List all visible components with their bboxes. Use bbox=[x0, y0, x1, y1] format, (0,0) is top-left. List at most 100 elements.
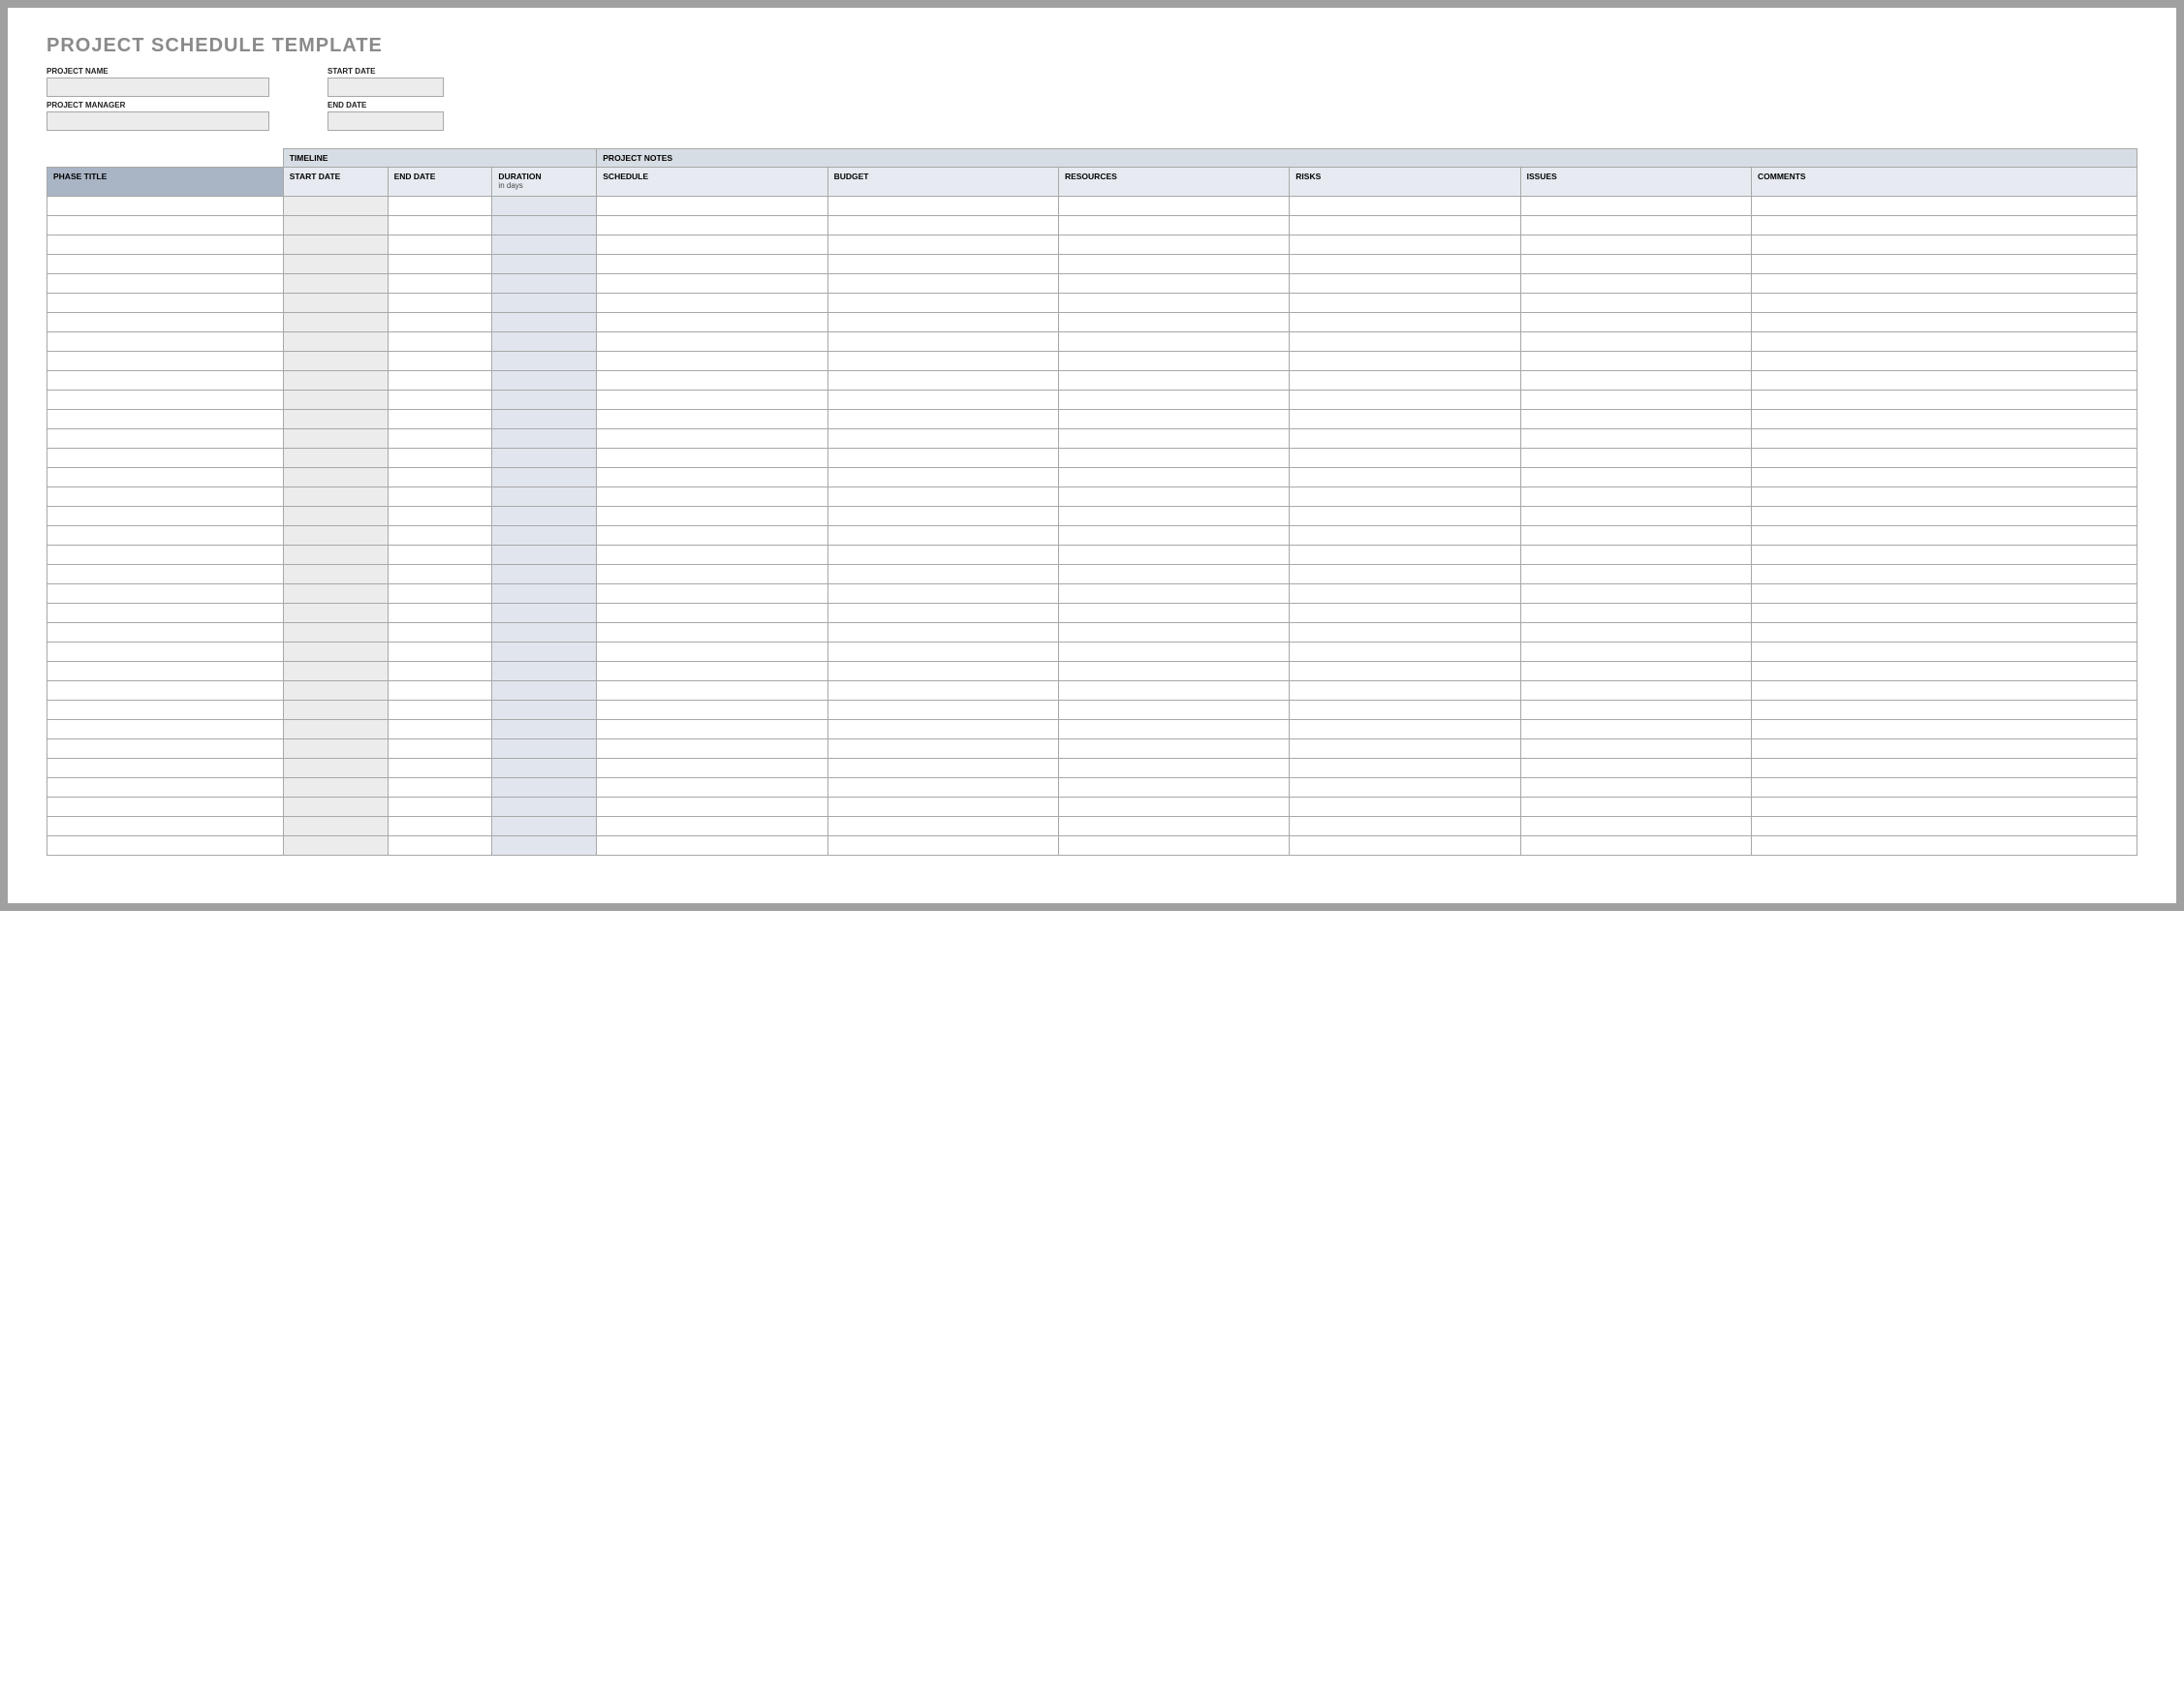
c-schedule-cell[interactable] bbox=[597, 546, 827, 565]
project-manager-input[interactable] bbox=[47, 111, 269, 131]
c-schedule-cell[interactable] bbox=[597, 604, 827, 623]
c-resources-cell[interactable] bbox=[1058, 391, 1289, 410]
c-budget-cell[interactable] bbox=[827, 604, 1058, 623]
c-phase-cell[interactable] bbox=[47, 507, 284, 526]
c-issues-cell[interactable] bbox=[1520, 410, 1751, 429]
c-end-cell[interactable] bbox=[388, 643, 492, 662]
c-comments-cell[interactable] bbox=[1751, 487, 2137, 507]
c-budget-cell[interactable] bbox=[827, 487, 1058, 507]
c-comments-cell[interactable] bbox=[1751, 313, 2137, 332]
c-duration-cell[interactable] bbox=[492, 371, 597, 391]
c-phase-cell[interactable] bbox=[47, 720, 284, 739]
c-schedule-cell[interactable] bbox=[597, 798, 827, 817]
c-issues-cell[interactable] bbox=[1520, 662, 1751, 681]
c-comments-cell[interactable] bbox=[1751, 701, 2137, 720]
c-budget-cell[interactable] bbox=[827, 410, 1058, 429]
c-end-cell[interactable] bbox=[388, 313, 492, 332]
c-start-cell[interactable] bbox=[283, 216, 388, 235]
c-end-cell[interactable] bbox=[388, 681, 492, 701]
c-comments-cell[interactable] bbox=[1751, 449, 2137, 468]
c-issues-cell[interactable] bbox=[1520, 720, 1751, 739]
c-risks-cell[interactable] bbox=[1290, 817, 1520, 836]
c-schedule-cell[interactable] bbox=[597, 487, 827, 507]
c-schedule-cell[interactable] bbox=[597, 526, 827, 546]
c-end-cell[interactable] bbox=[388, 255, 492, 274]
project-name-input[interactable] bbox=[47, 78, 269, 97]
c-resources-cell[interactable] bbox=[1058, 216, 1289, 235]
c-phase-cell[interactable] bbox=[47, 836, 284, 856]
c-duration-cell[interactable] bbox=[492, 798, 597, 817]
c-end-cell[interactable] bbox=[388, 371, 492, 391]
c-end-cell[interactable] bbox=[388, 294, 492, 313]
c-schedule-cell[interactable] bbox=[597, 662, 827, 681]
c-end-cell[interactable] bbox=[388, 584, 492, 604]
c-resources-cell[interactable] bbox=[1058, 720, 1289, 739]
c-schedule-cell[interactable] bbox=[597, 313, 827, 332]
c-schedule-cell[interactable] bbox=[597, 255, 827, 274]
c-risks-cell[interactable] bbox=[1290, 352, 1520, 371]
c-duration-cell[interactable] bbox=[492, 681, 597, 701]
c-risks-cell[interactable] bbox=[1290, 662, 1520, 681]
c-issues-cell[interactable] bbox=[1520, 623, 1751, 643]
c-duration-cell[interactable] bbox=[492, 313, 597, 332]
c-comments-cell[interactable] bbox=[1751, 584, 2137, 604]
c-start-cell[interactable] bbox=[283, 449, 388, 468]
c-duration-cell[interactable] bbox=[492, 739, 597, 759]
c-issues-cell[interactable] bbox=[1520, 507, 1751, 526]
c-budget-cell[interactable] bbox=[827, 584, 1058, 604]
c-comments-cell[interactable] bbox=[1751, 197, 2137, 216]
c-comments-cell[interactable] bbox=[1751, 216, 2137, 235]
c-schedule-cell[interactable] bbox=[597, 817, 827, 836]
c-schedule-cell[interactable] bbox=[597, 681, 827, 701]
c-end-cell[interactable] bbox=[388, 332, 492, 352]
c-issues-cell[interactable] bbox=[1520, 371, 1751, 391]
c-start-cell[interactable] bbox=[283, 429, 388, 449]
c-end-cell[interactable] bbox=[388, 759, 492, 778]
c-risks-cell[interactable] bbox=[1290, 798, 1520, 817]
c-resources-cell[interactable] bbox=[1058, 371, 1289, 391]
c-issues-cell[interactable] bbox=[1520, 798, 1751, 817]
c-comments-cell[interactable] bbox=[1751, 352, 2137, 371]
c-issues-cell[interactable] bbox=[1520, 604, 1751, 623]
c-risks-cell[interactable] bbox=[1290, 332, 1520, 352]
c-comments-cell[interactable] bbox=[1751, 681, 2137, 701]
c-issues-cell[interactable] bbox=[1520, 778, 1751, 798]
c-budget-cell[interactable] bbox=[827, 216, 1058, 235]
c-schedule-cell[interactable] bbox=[597, 623, 827, 643]
c-duration-cell[interactable] bbox=[492, 197, 597, 216]
c-end-cell[interactable] bbox=[388, 274, 492, 294]
c-phase-cell[interactable] bbox=[47, 468, 284, 487]
c-comments-cell[interactable] bbox=[1751, 526, 2137, 546]
c-phase-cell[interactable] bbox=[47, 332, 284, 352]
c-end-cell[interactable] bbox=[388, 526, 492, 546]
c-risks-cell[interactable] bbox=[1290, 778, 1520, 798]
c-duration-cell[interactable] bbox=[492, 507, 597, 526]
c-phase-cell[interactable] bbox=[47, 255, 284, 274]
c-schedule-cell[interactable] bbox=[597, 449, 827, 468]
c-end-cell[interactable] bbox=[388, 662, 492, 681]
c-risks-cell[interactable] bbox=[1290, 391, 1520, 410]
c-duration-cell[interactable] bbox=[492, 487, 597, 507]
c-budget-cell[interactable] bbox=[827, 507, 1058, 526]
c-resources-cell[interactable] bbox=[1058, 662, 1289, 681]
c-duration-cell[interactable] bbox=[492, 720, 597, 739]
c-resources-cell[interactable] bbox=[1058, 778, 1289, 798]
c-resources-cell[interactable] bbox=[1058, 197, 1289, 216]
c-start-cell[interactable] bbox=[283, 487, 388, 507]
c-start-cell[interactable] bbox=[283, 584, 388, 604]
c-end-cell[interactable] bbox=[388, 778, 492, 798]
c-issues-cell[interactable] bbox=[1520, 565, 1751, 584]
c-budget-cell[interactable] bbox=[827, 623, 1058, 643]
c-resources-cell[interactable] bbox=[1058, 584, 1289, 604]
c-start-cell[interactable] bbox=[283, 662, 388, 681]
c-phase-cell[interactable] bbox=[47, 216, 284, 235]
c-risks-cell[interactable] bbox=[1290, 720, 1520, 739]
c-budget-cell[interactable] bbox=[827, 778, 1058, 798]
c-resources-cell[interactable] bbox=[1058, 623, 1289, 643]
c-start-cell[interactable] bbox=[283, 391, 388, 410]
c-comments-cell[interactable] bbox=[1751, 817, 2137, 836]
c-duration-cell[interactable] bbox=[492, 255, 597, 274]
c-resources-cell[interactable] bbox=[1058, 836, 1289, 856]
c-duration-cell[interactable] bbox=[492, 449, 597, 468]
c-issues-cell[interactable] bbox=[1520, 391, 1751, 410]
